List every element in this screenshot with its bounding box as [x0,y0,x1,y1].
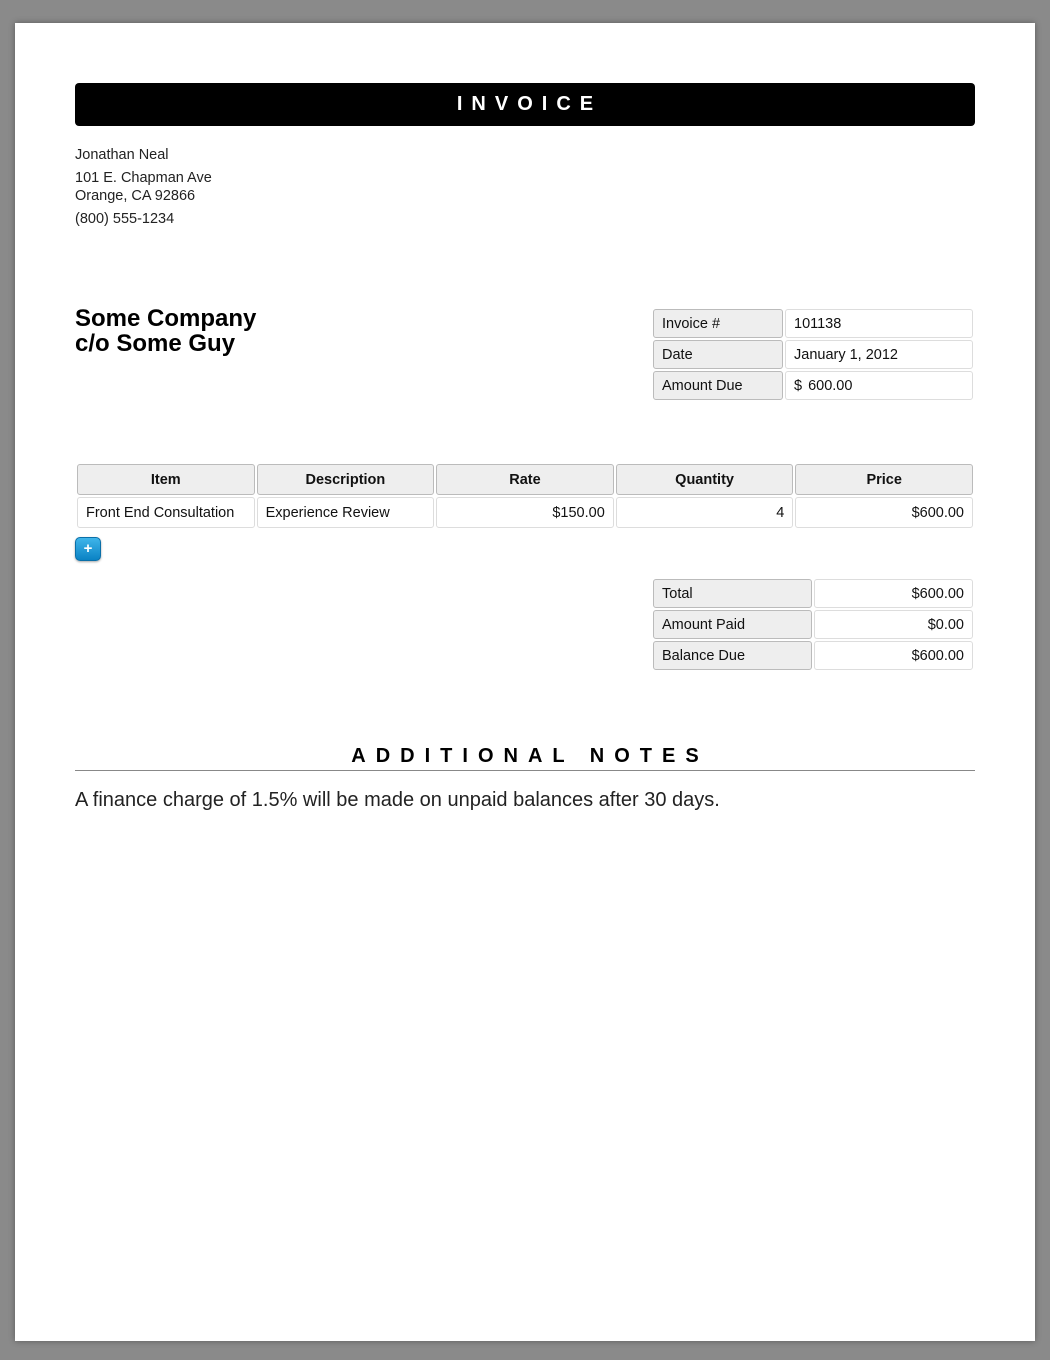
amount-due-label[interactable]: Amount Due [653,371,783,400]
amount-due-currency: $ [794,377,803,394]
sender-address[interactable]: Jonathan Neal 101 E. Chapman Ave Orange,… [75,146,212,228]
sender-phone: (800) 555-1234 [75,211,175,227]
invoice-meta-table: Invoice # 101138 Date January 1, 2012 Am… [651,307,975,402]
additional-notes-text[interactable]: A finance charge of 1.5% will be made on… [75,789,720,812]
recipient-line-1: Some Company [75,305,257,332]
balance-due-label[interactable]: Balance Due [653,641,812,670]
column-header-rate[interactable]: Rate [436,464,614,495]
invoice-number-value[interactable]: 101138 [785,309,973,338]
line-items-header-row: Item Description Rate Quantity Price [77,464,973,495]
recipient-line-2: c/o Some Guy [75,330,236,357]
column-header-description[interactable]: Description [256,464,435,495]
invoice-page: INVOICE Jonathan Neal 101 E. Chapman Ave… [15,23,1035,1341]
column-header-item[interactable]: Item [77,464,255,495]
totals-table: Total $600.00 Amount Paid $0.00 Balance … [651,577,975,672]
invoice-title[interactable]: INVOICE [75,83,975,126]
recipient-address[interactable]: Some Company c/o Some Guy [75,306,256,356]
additional-notes-title[interactable]: ADDITIONAL NOTES [75,745,975,771]
invoice-date-label[interactable]: Date [653,340,783,369]
invoice-number-label[interactable]: Invoice # [653,309,783,338]
item-quantity-cell[interactable]: 4 [615,497,794,528]
balance-due-value: $600.00 [814,641,973,670]
item-price-cell: $600.00 [795,497,973,528]
amount-paid-value[interactable]: $0.00 [814,610,973,639]
sender-street: 101 E. Chapman Ave [75,170,212,186]
total-label[interactable]: Total [653,579,812,608]
column-header-price[interactable]: Price [795,464,973,495]
amount-paid-label[interactable]: Amount Paid [653,610,812,639]
table-row: Front End Consultation Experience Review… [77,497,973,528]
amount-due-cell: $600.00 [785,371,973,400]
column-header-quantity[interactable]: Quantity [615,464,794,495]
add-row-button[interactable]: + [75,537,101,561]
total-value: $600.00 [814,579,973,608]
invoice-date-value[interactable]: January 1, 2012 [785,340,973,369]
item-description-cell[interactable]: Experience Review [256,497,435,528]
line-items-table: Item Description Rate Quantity Price Fro… [75,462,975,530]
sender-city: Orange, CA 92866 [75,188,196,204]
item-name-cell[interactable]: Front End Consultation [77,497,255,528]
amount-due-value: 600.00 [808,377,853,394]
sender-name: Jonathan Neal [75,147,169,163]
item-rate-cell[interactable]: $150.00 [436,497,614,528]
